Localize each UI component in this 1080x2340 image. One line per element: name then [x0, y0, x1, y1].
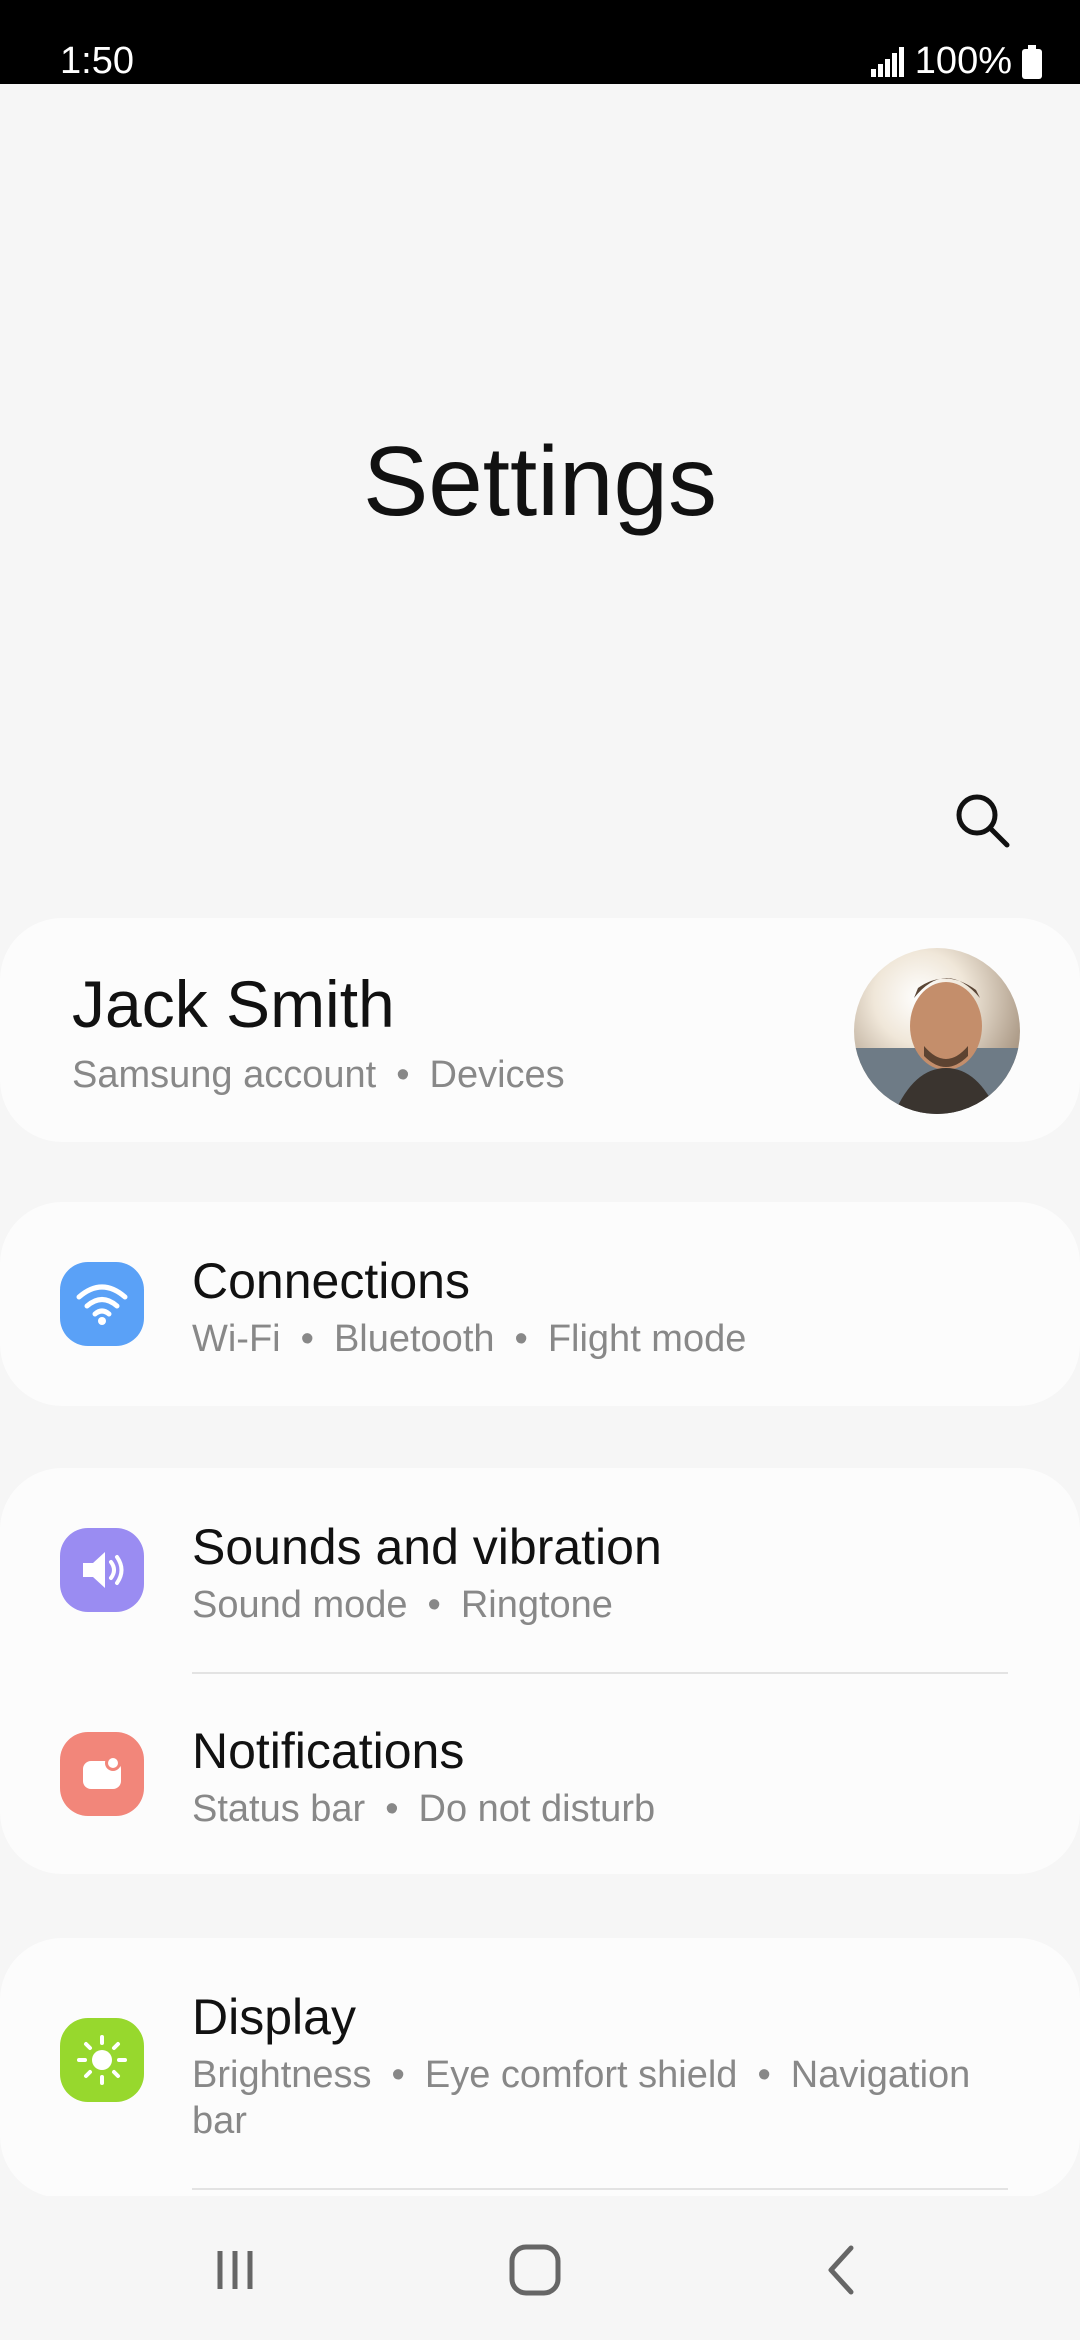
separator-dot: •: [396, 1054, 410, 1096]
navigation-bar: [0, 2196, 1080, 2340]
row-sub-eye-comfort: Eye comfort shield: [424, 2054, 738, 2096]
row-sub-sound-mode: Sound mode: [192, 1584, 408, 1626]
divider: [192, 2188, 1008, 2190]
account-sub-samsung: Samsung account: [72, 1054, 377, 1096]
account-sub-devices: Devices: [429, 1054, 565, 1096]
home-icon: [507, 2242, 563, 2303]
separator-dot: •: [300, 1318, 314, 1360]
sun-icon: [60, 2018, 144, 2102]
signal-icon: [870, 46, 905, 77]
settings-row-connections[interactable]: Connections Wi-Fi • Bluetooth • Flight mode: [0, 1202, 1080, 1406]
separator-dot: •: [514, 1318, 528, 1360]
battery-icon: [1022, 44, 1042, 79]
notification-icon: [60, 1732, 144, 1816]
separator-dot: •: [391, 2054, 405, 2096]
avatar[interactable]: [854, 948, 1020, 1114]
back-button[interactable]: [796, 2232, 886, 2312]
status-bar: 1:50 100%: [0, 0, 1080, 84]
status-time: 1:50: [60, 40, 134, 82]
home-button[interactable]: [490, 2232, 580, 2312]
row-sub-status-bar: Status bar: [192, 1788, 366, 1830]
account-card[interactable]: Jack Smith Samsung account • Devices: [0, 918, 1080, 1142]
settings-row-sounds[interactable]: Sounds and vibration Sound mode • Ringtone: [0, 1468, 1080, 1672]
account-subtitle: Samsung account • Devices: [72, 1054, 565, 1097]
row-title: Notifications: [192, 1723, 465, 1779]
separator-dot: •: [757, 2054, 771, 2096]
status-indicators: 100%: [870, 40, 1042, 83]
row-sub-bluetooth: Bluetooth: [333, 1318, 495, 1360]
speaker-icon: [60, 1528, 144, 1612]
row-sub-flight-mode: Flight mode: [547, 1318, 747, 1360]
settings-row-notifications[interactable]: Notifications Status bar • Do not disturb: [0, 1674, 1080, 1874]
row-sub-do-not-disturb: Do not disturb: [418, 1788, 656, 1830]
account-name: Jack Smith: [72, 967, 395, 1041]
page-title: Settings: [362, 426, 718, 536]
row-subtitle: Sound mode • Ringtone: [192, 1582, 1012, 1628]
row-title: Sounds and vibration: [192, 1519, 662, 1575]
battery-percentage: 100%: [914, 40, 1012, 82]
row-title: Connections: [192, 1253, 470, 1309]
back-icon: [821, 2242, 861, 2303]
recents-button[interactable]: [190, 2232, 280, 2312]
sound-notifications-card: Sounds and vibration Sound mode • Ringtone…: [0, 1468, 1080, 1874]
connections-card: Connections Wi-Fi • Bluetooth • Flight mode: [0, 1202, 1080, 1406]
wifi-icon: [60, 1262, 144, 1346]
display-card: Display Brightness • Eye comfort shield • Na…: [0, 1938, 1080, 2198]
row-subtitle: Wi-Fi • Bluetooth • Flight mode: [192, 1316, 1012, 1362]
search-icon[interactable]: [952, 790, 1012, 850]
recents-icon: [210, 2245, 260, 2300]
row-sub-wifi: Wi-Fi: [192, 1318, 281, 1360]
row-sub-ringtone: Ringtone: [460, 1584, 613, 1626]
separator-dot: •: [427, 1584, 441, 1626]
separator-dot: •: [385, 1788, 399, 1830]
row-subtitle: Brightness • Eye comfort shield • Navigation…: [192, 2052, 1012, 2144]
row-title: Display: [192, 1989, 356, 2045]
settings-row-display[interactable]: Display Brightness • Eye comfort shield • Na…: [0, 1938, 1080, 2188]
row-subtitle: Status bar • Do not disturb: [192, 1786, 1012, 1832]
row-sub-brightness: Brightness: [192, 2054, 372, 2096]
